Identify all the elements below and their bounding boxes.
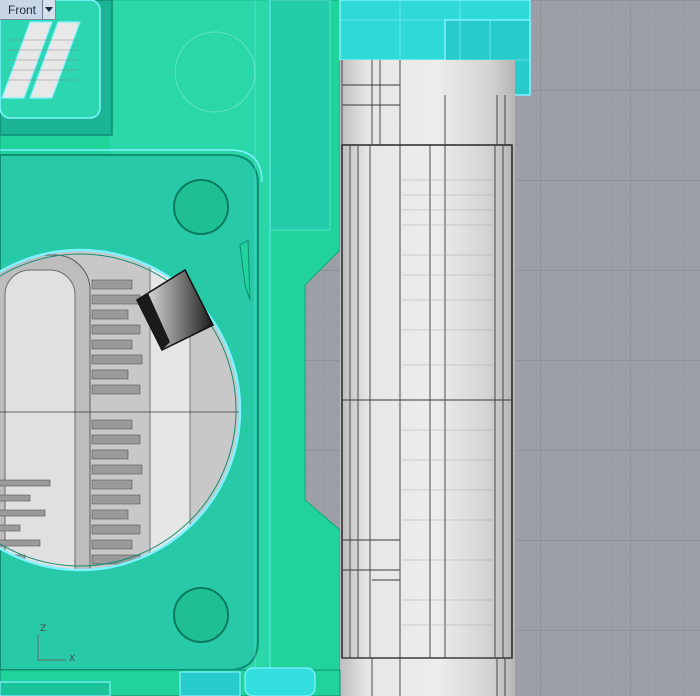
model-scene[interactable] (0, 0, 700, 696)
mount-hole-top (173, 179, 229, 235)
viewport-title[interactable]: Front (0, 0, 42, 19)
axis-z-label: Z (40, 624, 47, 634)
viewport-title-tab[interactable]: Front (0, 0, 57, 20)
axis-lines-icon (37, 634, 66, 661)
axis-x-label: X (69, 654, 76, 664)
mount-hole-bottom (173, 587, 229, 643)
front-viewport[interactable]: Front Z X (0, 0, 700, 696)
chevron-down-icon[interactable] (42, 0, 56, 19)
axis-gizmo: Z X (30, 622, 90, 668)
